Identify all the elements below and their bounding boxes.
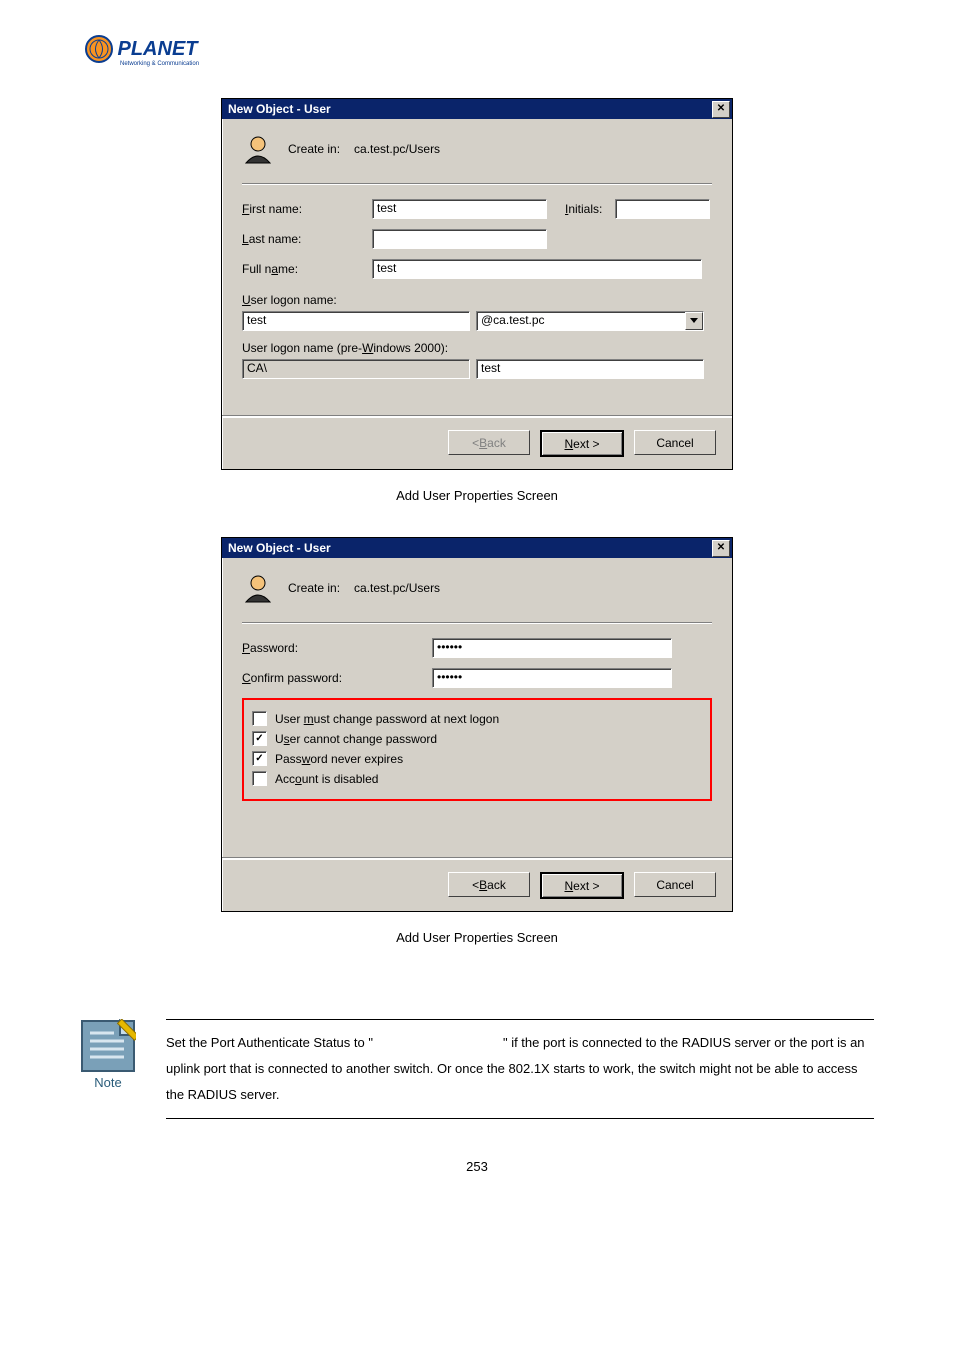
new-user-dialog-1: New Object - User ✕ Create in: ca.test.p… <box>221 98 733 470</box>
user-head-icon <box>242 572 274 604</box>
first-name-label: First name: <box>242 202 372 216</box>
initials-input[interactable] <box>615 199 710 219</box>
note-text: Set the Port Authenticate Status to "" i… <box>166 1019 874 1119</box>
opt-never-expires-label: Password never expires <box>275 752 403 766</box>
create-in-label: Create in: <box>288 142 340 156</box>
create-in-label: Create in: <box>288 581 340 595</box>
dialog-titlebar: New Object - User ✕ <box>222 99 732 119</box>
last-name-input[interactable] <box>372 229 547 249</box>
confirm-password-label: Confirm password: <box>242 671 432 685</box>
domain-select[interactable]: @ca.test.pc <box>476 311 704 331</box>
pre2000-label: User logon name (pre-Windows 2000): <box>242 341 448 355</box>
create-in-value: ca.test.pc/Users <box>354 581 440 595</box>
password-label: Password: <box>242 641 432 655</box>
dialog-titlebar: New Object - User ✕ <box>222 538 732 558</box>
opt-must-change-label: User must change password at next logon <box>275 712 499 726</box>
page-number: 253 <box>80 1159 874 1174</box>
note-icon: Note <box>80 1019 136 1094</box>
password-input[interactable]: •••••• <box>432 638 672 658</box>
initials-label: Initials: <box>547 202 615 216</box>
svg-text:PLANET: PLANET <box>118 38 200 60</box>
back-button[interactable]: < Back <box>448 872 530 897</box>
full-name-input[interactable]: test <box>372 259 702 279</box>
last-name-label: Last name: <box>242 232 372 246</box>
checkbox-disabled[interactable] <box>252 771 267 786</box>
checkbox-never-expires[interactable]: ✓ <box>252 751 267 766</box>
cancel-button[interactable]: Cancel <box>634 430 716 455</box>
user-logon-label: User logon name: <box>242 293 337 307</box>
options-highlight: User must change password at next logon … <box>242 698 712 801</box>
svg-text:Note: Note <box>94 1075 121 1090</box>
close-icon[interactable]: ✕ <box>712 101 730 118</box>
full-name-label: Full name: <box>242 262 372 276</box>
domain-select-value: @ca.test.pc <box>477 312 685 330</box>
next-button[interactable]: Next > <box>540 430 624 457</box>
chevron-down-icon[interactable] <box>685 312 703 330</box>
dialog-title: New Object - User <box>228 541 331 555</box>
next-button[interactable]: Next > <box>540 872 624 899</box>
opt-cannot-change-label: User cannot change password <box>275 732 437 746</box>
dialog-title: New Object - User <box>228 102 331 116</box>
user-head-icon <box>242 133 274 165</box>
new-user-dialog-2: New Object - User ✕ Create in: ca.test.p… <box>221 537 733 912</box>
create-in-value: ca.test.pc/Users <box>354 142 440 156</box>
opt-disabled-label: Account is disabled <box>275 772 378 786</box>
figure-caption-2: Add User Properties Screen <box>396 930 558 945</box>
svg-text:Networking & Communication: Networking & Communication <box>120 61 199 67</box>
user-logon-input[interactable]: test <box>242 311 470 331</box>
close-icon[interactable]: ✕ <box>712 540 730 557</box>
pre2000-user-input[interactable]: test <box>476 359 704 379</box>
cancel-button[interactable]: Cancel <box>634 872 716 897</box>
pre2000-domain: CA\ <box>242 359 470 379</box>
first-name-input[interactable]: test <box>372 199 547 219</box>
checkbox-cannot-change[interactable]: ✓ <box>252 731 267 746</box>
back-button[interactable]: < Back <box>448 430 530 455</box>
figure-caption-1: Add User Properties Screen <box>396 488 558 503</box>
confirm-password-input[interactable]: •••••• <box>432 668 672 688</box>
brand-logo: PLANET Networking & Communication <box>80 30 874 78</box>
checkbox-must-change[interactable] <box>252 711 267 726</box>
